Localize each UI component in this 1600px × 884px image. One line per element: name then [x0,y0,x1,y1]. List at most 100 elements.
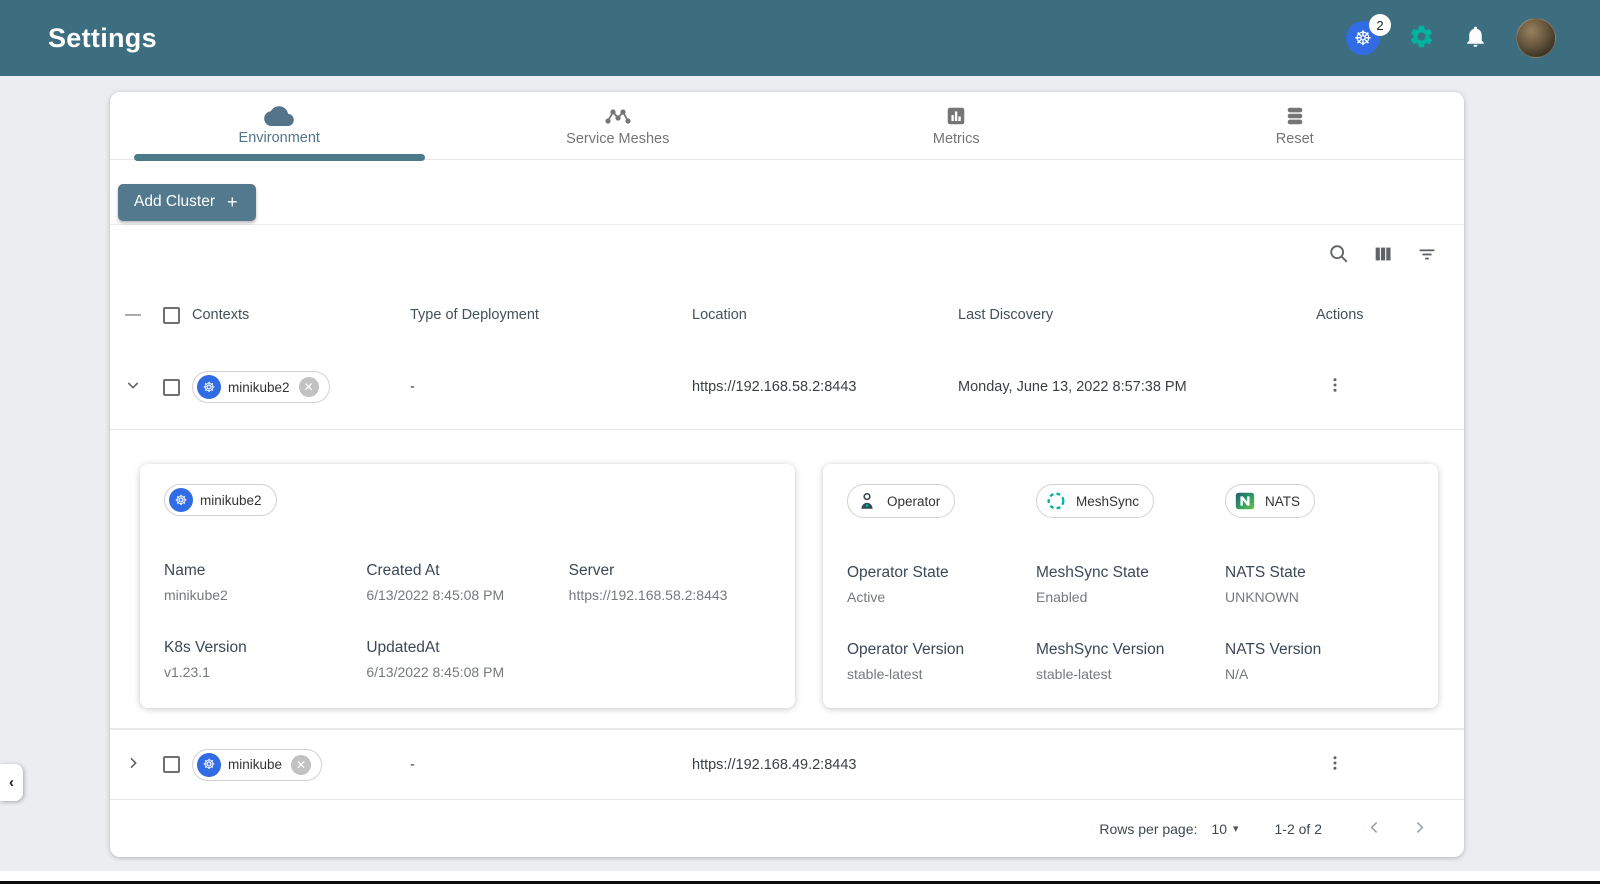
chevron-right-icon [125,755,141,775]
row-checkbox[interactable] [162,756,180,773]
field-created-at: Created At 6/13/2022 8:45:08 PM [366,562,568,603]
columns-icon [1372,243,1394,268]
nats-chip[interactable]: NATS [1225,484,1316,518]
view-columns-button[interactable] [1372,243,1394,268]
field-value: Active [847,589,886,605]
cluster-detail-card: ☸ minikube2 Name minikube2 Created At 6/… [140,464,795,708]
field-value: https://192.168.58.2:8443 [568,587,728,603]
cell-type: - [410,756,415,773]
field-value: stable-latest [847,666,923,682]
collapse-all-icon[interactable]: — [116,306,150,324]
field-nats-state: NATS State UNKNOWN [1225,564,1414,605]
row-expander[interactable] [116,377,150,397]
chip-label: minikube [228,757,283,772]
cell-location: https://192.168.58.2:8443 [692,379,857,395]
kebab-icon [1326,376,1344,398]
context-chip-minikube2[interactable]: ☸ minikube2 ✕ [192,371,330,403]
field-value: N/A [1225,666,1249,682]
add-cluster-button[interactable]: Add Cluster + [118,184,256,221]
select-all-checkbox[interactable] [162,306,180,324]
context-chip-minikube2-detail[interactable]: ☸ minikube2 [164,484,277,516]
operator-chip[interactable]: Operator [847,484,956,518]
kubernetes-context-button[interactable]: ☸ 2 [1346,14,1391,55]
settings-tabs: Environment Service Meshes Metrics Reset [110,92,1465,161]
expanded-detail-panel: ☸ minikube2 Name minikube2 Created At 6/… [110,429,1464,729]
chevron-left-icon: ‹ [9,774,14,791]
user-avatar[interactable] [1516,18,1556,58]
chevron-right-icon [1411,819,1428,839]
field-label: MeshSync State [1036,564,1149,581]
field-label: Operator Version [847,641,965,658]
cell-location: https://192.168.49.2:8443 [692,756,857,773]
table-pagination: Rows per page: 10 ▾ 1-2 of 2 [110,799,1464,857]
chevron-down-icon [125,377,141,397]
table-toolbar [110,225,1464,285]
field-value: minikube2 [164,587,228,603]
bottom-strip [0,871,1600,881]
bar-chart-icon [945,105,967,127]
field-label: K8s Version [164,639,247,656]
field-updated-at: UpdatedAt 6/13/2022 8:45:08 PM [366,639,568,680]
column-header-contexts: Contexts [192,307,250,323]
filter-icon [1416,243,1438,268]
add-cluster-row: Add Cluster + [110,160,1464,225]
cloud-icon [264,105,295,126]
search-icon [1328,243,1350,268]
kebab-icon [1326,754,1344,776]
table-row: ☸ minikube2 ✕ - https://192.168.58.2:844… [110,345,1464,429]
column-header-last-discovery: Last Discovery [958,307,1054,323]
field-meshsync-version: MeshSync Version stable-latest [1036,641,1225,682]
next-page-button[interactable] [1397,819,1442,839]
cell-last-discovery: Monday, June 13, 2022 8:57:38 PM [958,379,1187,395]
column-header-type: Type of Deployment [410,307,539,323]
chip-delete-icon[interactable]: ✕ [291,754,312,775]
field-value: stable-latest [1036,666,1112,682]
caret-down-icon: ▾ [1232,823,1239,835]
search-button[interactable] [1328,243,1350,268]
filter-button[interactable] [1416,243,1438,268]
tab-environment[interactable]: Environment [110,92,449,161]
tab-metrics[interactable]: Metrics [787,92,1126,159]
field-value: UNKNOWN [1225,589,1299,605]
kubernetes-icon: ☸ [197,375,221,399]
kubernetes-icon: ☸ [197,752,221,777]
tab-reset[interactable]: Reset [1126,92,1465,159]
tab-label: Metrics [932,130,980,147]
tab-service-meshes[interactable]: Service Meshes [449,92,788,159]
field-label: Created At [366,562,440,579]
rows-per-page-select[interactable]: 10 ▾ [1211,821,1238,837]
header-actions: ☸ 2 [1346,14,1556,58]
meshsync-chip[interactable]: MeshSync [1036,484,1155,518]
table-header-row: — Contexts Type of Deployment Location L… [110,285,1464,345]
settings-gear-button[interactable] [1408,23,1435,53]
field-label: Name [164,562,206,579]
row-actions-menu-button[interactable] [1310,376,1464,398]
column-header-actions: Actions [1316,307,1364,323]
operator-icon [854,488,880,514]
nats-icon [1232,488,1258,514]
active-tab-indicator [133,154,425,161]
operator-fields: Operator State Active MeshSync State Ena… [847,564,1414,682]
previous-page-button[interactable] [1352,819,1397,839]
chip-label: Operator [887,493,941,509]
context-count-badge: 2 [1369,14,1391,36]
cluster-fields: Name minikube2 Created At 6/13/2022 8:45… [164,562,771,680]
drawer-collapse-button[interactable]: ‹ [0,764,23,801]
chip-label: MeshSync [1076,493,1140,509]
chip-delete-icon[interactable]: ✕ [298,377,319,397]
field-server: Server https://192.168.58.2:8443 [569,562,771,603]
field-nats-version: NATS Version N/A [1225,641,1414,682]
row-checkbox[interactable] [162,378,180,396]
column-header-location: Location [692,307,747,323]
row-actions-menu-button[interactable] [1310,754,1464,776]
database-icon [1284,105,1306,127]
field-meshsync-state: MeshSync State Enabled [1036,564,1225,605]
field-value: Enabled [1036,589,1088,605]
notifications-button[interactable] [1463,24,1488,52]
row-expander[interactable] [116,755,150,775]
context-chip-minikube[interactable]: ☸ minikube ✕ [192,748,323,781]
app-header: Settings ☸ 2 [0,0,1600,76]
field-k8s-version: K8s Version v1.23.1 [164,639,366,680]
gear-icon [1408,23,1435,53]
field-label: UpdatedAt [366,639,440,656]
